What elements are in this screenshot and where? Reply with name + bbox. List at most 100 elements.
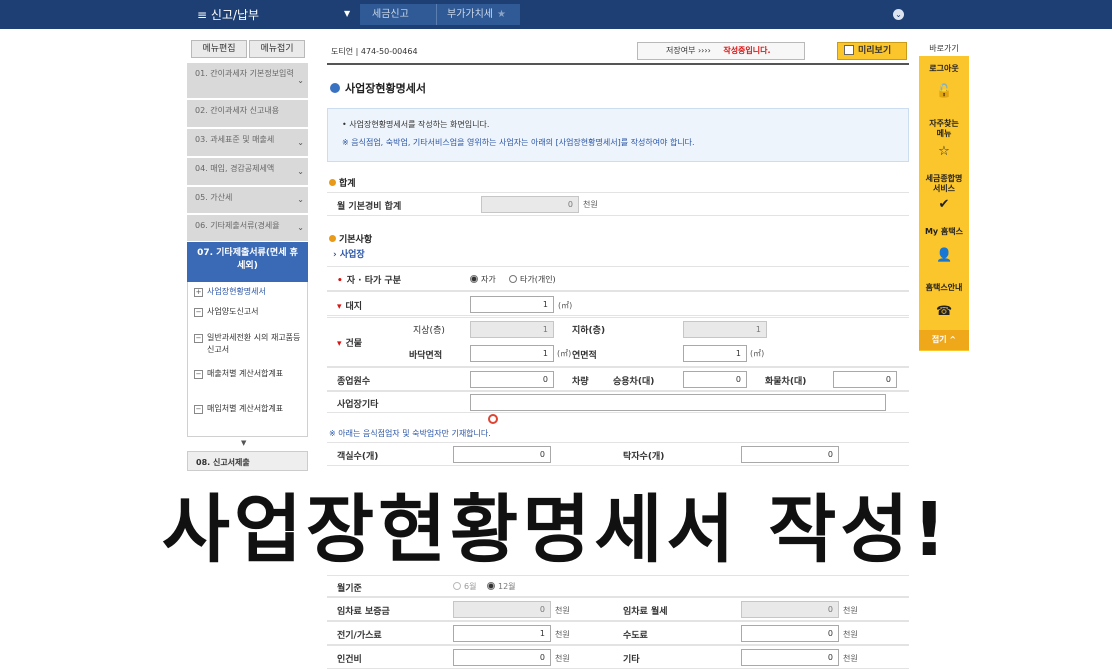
- star-icon[interactable]: ★: [497, 9, 506, 20]
- monthly-rent-unit: 천원: [843, 606, 858, 615]
- sidebar-subitem-sales-invoice[interactable]: − 매출처별 계산서합계표: [187, 364, 308, 399]
- quick-links-collapse-button[interactable]: 접기 ^: [919, 330, 969, 350]
- phone-icon: ☎: [936, 304, 953, 319]
- land-input[interactable]: 1: [470, 296, 554, 313]
- sidebar-subitem-inventory[interactable]: − 일반과세전환 시의 재고품등 신고서: [187, 328, 308, 364]
- preview-button[interactable]: 미리보기: [837, 42, 907, 60]
- electricity-input[interactable]: 1: [453, 625, 551, 642]
- land-unit: (㎡): [558, 301, 573, 310]
- menu-title[interactable]: ≡ 신고/납부: [197, 6, 259, 23]
- basis-row: 월기준 6월 12월: [327, 575, 909, 597]
- quick-link-favorites[interactable]: 자주찾는 메뉴: [919, 119, 969, 139]
- room-count-input[interactable]: 0: [453, 446, 551, 463]
- below-input: 1: [683, 321, 767, 338]
- section-basic-title: 기본사항: [329, 232, 372, 245]
- quick-link-label: 세금종합명 서비스: [925, 174, 963, 193]
- labor-input[interactable]: 0: [453, 649, 551, 666]
- chevron-down-icon: ⌄: [297, 75, 304, 85]
- sidebar-item-03[interactable]: 03. 과세표준 및 매출세 ⌄: [187, 129, 308, 157]
- radio-unchecked-icon: [453, 582, 461, 590]
- sidebar-item-04[interactable]: 04. 매입, 경감공제세액 ⌄: [187, 158, 308, 186]
- etc-input[interactable]: [470, 394, 886, 411]
- floor-input[interactable]: 1: [470, 345, 554, 362]
- menu-edit-button[interactable]: 메뉴편집: [191, 40, 247, 58]
- rent-row: 임차료 보증금 0 천원 임차료 월세 0 천원: [327, 597, 909, 621]
- basis-radio-12-label: 12월: [498, 582, 516, 591]
- sidebar-item-07-active[interactable]: 07. 기타제출서류(면세 휴세외): [187, 242, 308, 282]
- car-label: 승용차(대): [613, 377, 655, 387]
- car-input[interactable]: 0: [683, 371, 747, 388]
- tab-vat-label: 부가가치세: [447, 9, 493, 20]
- sidebar-subitem-transfer[interactable]: − 사업양도신고서: [187, 302, 308, 328]
- other-input[interactable]: 0: [741, 649, 839, 666]
- sidebar-subitem-label: 사업장현황명세서: [207, 287, 266, 296]
- water-unit: 천원: [843, 630, 858, 639]
- minus-icon: −: [194, 370, 203, 379]
- sidebar-item-label: 03. 과세표준 및 매출세: [195, 135, 275, 144]
- total-area-unit: (㎡): [750, 349, 765, 358]
- other-label: 기타: [623, 655, 640, 665]
- sidebar-item-01[interactable]: 01. 간이과세자 기본정보입력 ⌄: [187, 63, 308, 99]
- sidebar-subitem-business-status[interactable]: + 사업장현황명세서: [187, 282, 308, 302]
- labor-unit: 천원: [555, 654, 570, 663]
- sum-label: 월 기본경비 합계: [337, 202, 402, 212]
- building-label-text: 건물: [345, 339, 363, 349]
- quick-link-tax-service[interactable]: 세금종합명 서비스: [919, 174, 969, 194]
- bullet-icon: [329, 179, 336, 186]
- radio-checked-icon: [470, 275, 478, 283]
- monthly-rent-label: 임차료 월세: [623, 607, 668, 617]
- room-count-label: 객실수(개): [337, 452, 379, 462]
- bullet-icon: [329, 235, 336, 242]
- quick-link-label: 자주찾는 메뉴: [929, 119, 959, 138]
- building-label: ▾ 건물: [337, 336, 362, 349]
- minus-icon: −: [194, 308, 203, 317]
- sidebar-item-08[interactable]: 08. 신고서제출: [187, 451, 308, 471]
- sidebar-item-02[interactable]: 02. 간이과세자 신고내용: [187, 100, 308, 128]
- tab-tax-filing[interactable]: 세금신고: [360, 4, 436, 25]
- document-icon: [844, 45, 854, 55]
- water-input[interactable]: 0: [741, 625, 839, 642]
- owner-radio-rent[interactable]: 타가(개인): [509, 274, 556, 285]
- quick-link-my-hometax[interactable]: My 홈택스: [919, 227, 969, 237]
- basis-radio-12[interactable]: 12월: [487, 581, 516, 592]
- employee-row: 종업원수 0 차량 승용차(대) 0 화물차(대) 0: [327, 367, 909, 391]
- radio-unchecked-icon: [509, 275, 517, 283]
- scroll-down-icon[interactable]: ▼: [241, 439, 246, 447]
- chevron-down-icon: ⌄: [297, 223, 304, 232]
- vehicle-label: 차량: [572, 377, 589, 387]
- sidebar-item-label: 02. 간이과세자 신고내용: [195, 106, 280, 115]
- total-area-input[interactable]: 1: [683, 345, 747, 362]
- owner-radio-self[interactable]: 자가: [470, 274, 496, 285]
- top-navigation-bar: ≡ 신고/납부 ▼ 세금신고 부가가치세 ★ ⌄: [0, 0, 1112, 29]
- unlock-icon: 🔓: [936, 84, 953, 99]
- sidebar-item-label: 01. 간이과세자 기본정보입력: [195, 69, 294, 78]
- truck-label: 화물차(대): [765, 377, 807, 387]
- taxpayer-info: 도티언 | 474-50-00464: [331, 47, 418, 56]
- quick-links-title: 바로가기: [929, 44, 959, 53]
- save-status-text: 작성중입니다.: [723, 46, 771, 55]
- floor-label: 바닥면적: [409, 351, 443, 361]
- table-count-input[interactable]: 0: [741, 446, 839, 463]
- quick-link-logout[interactable]: 로그아웃: [919, 64, 969, 74]
- truck-input[interactable]: 0: [833, 371, 897, 388]
- mouse-cursor-icon: [488, 414, 498, 424]
- water-label: 수도료: [623, 631, 648, 641]
- sidebar-item-05[interactable]: 05. 가산세 ⌄: [187, 187, 308, 214]
- quick-link-hometax-guide[interactable]: 홈택스안내: [919, 283, 969, 293]
- employee-input[interactable]: 0: [470, 371, 554, 388]
- sum-input: 0: [481, 196, 579, 213]
- tab-vat[interactable]: 부가가치세 ★: [436, 4, 520, 25]
- sidebar-subitem-purchase-invoice[interactable]: − 매입처별 계산서합계표: [187, 399, 308, 437]
- sidebar-subitem-label: 매출처별 계산서합계표: [207, 369, 284, 378]
- menu-fold-button[interactable]: 메뉴접기: [249, 40, 305, 58]
- chevron-down-icon[interactable]: ▼: [344, 9, 350, 18]
- expand-icon[interactable]: ⌄: [893, 9, 904, 20]
- subsection-business-place: › 사업장: [333, 250, 365, 260]
- basis-radio-6[interactable]: 6월: [453, 581, 476, 592]
- labor-label: 인건비: [337, 655, 362, 665]
- etc-row: 사업장기타: [327, 391, 909, 413]
- plus-icon: +: [194, 288, 203, 297]
- basis-radio-6-label: 6월: [464, 582, 477, 591]
- other-unit: 천원: [843, 654, 858, 663]
- sidebar-item-06[interactable]: 06. 기타제출서류(경세율 ⌄: [187, 215, 308, 242]
